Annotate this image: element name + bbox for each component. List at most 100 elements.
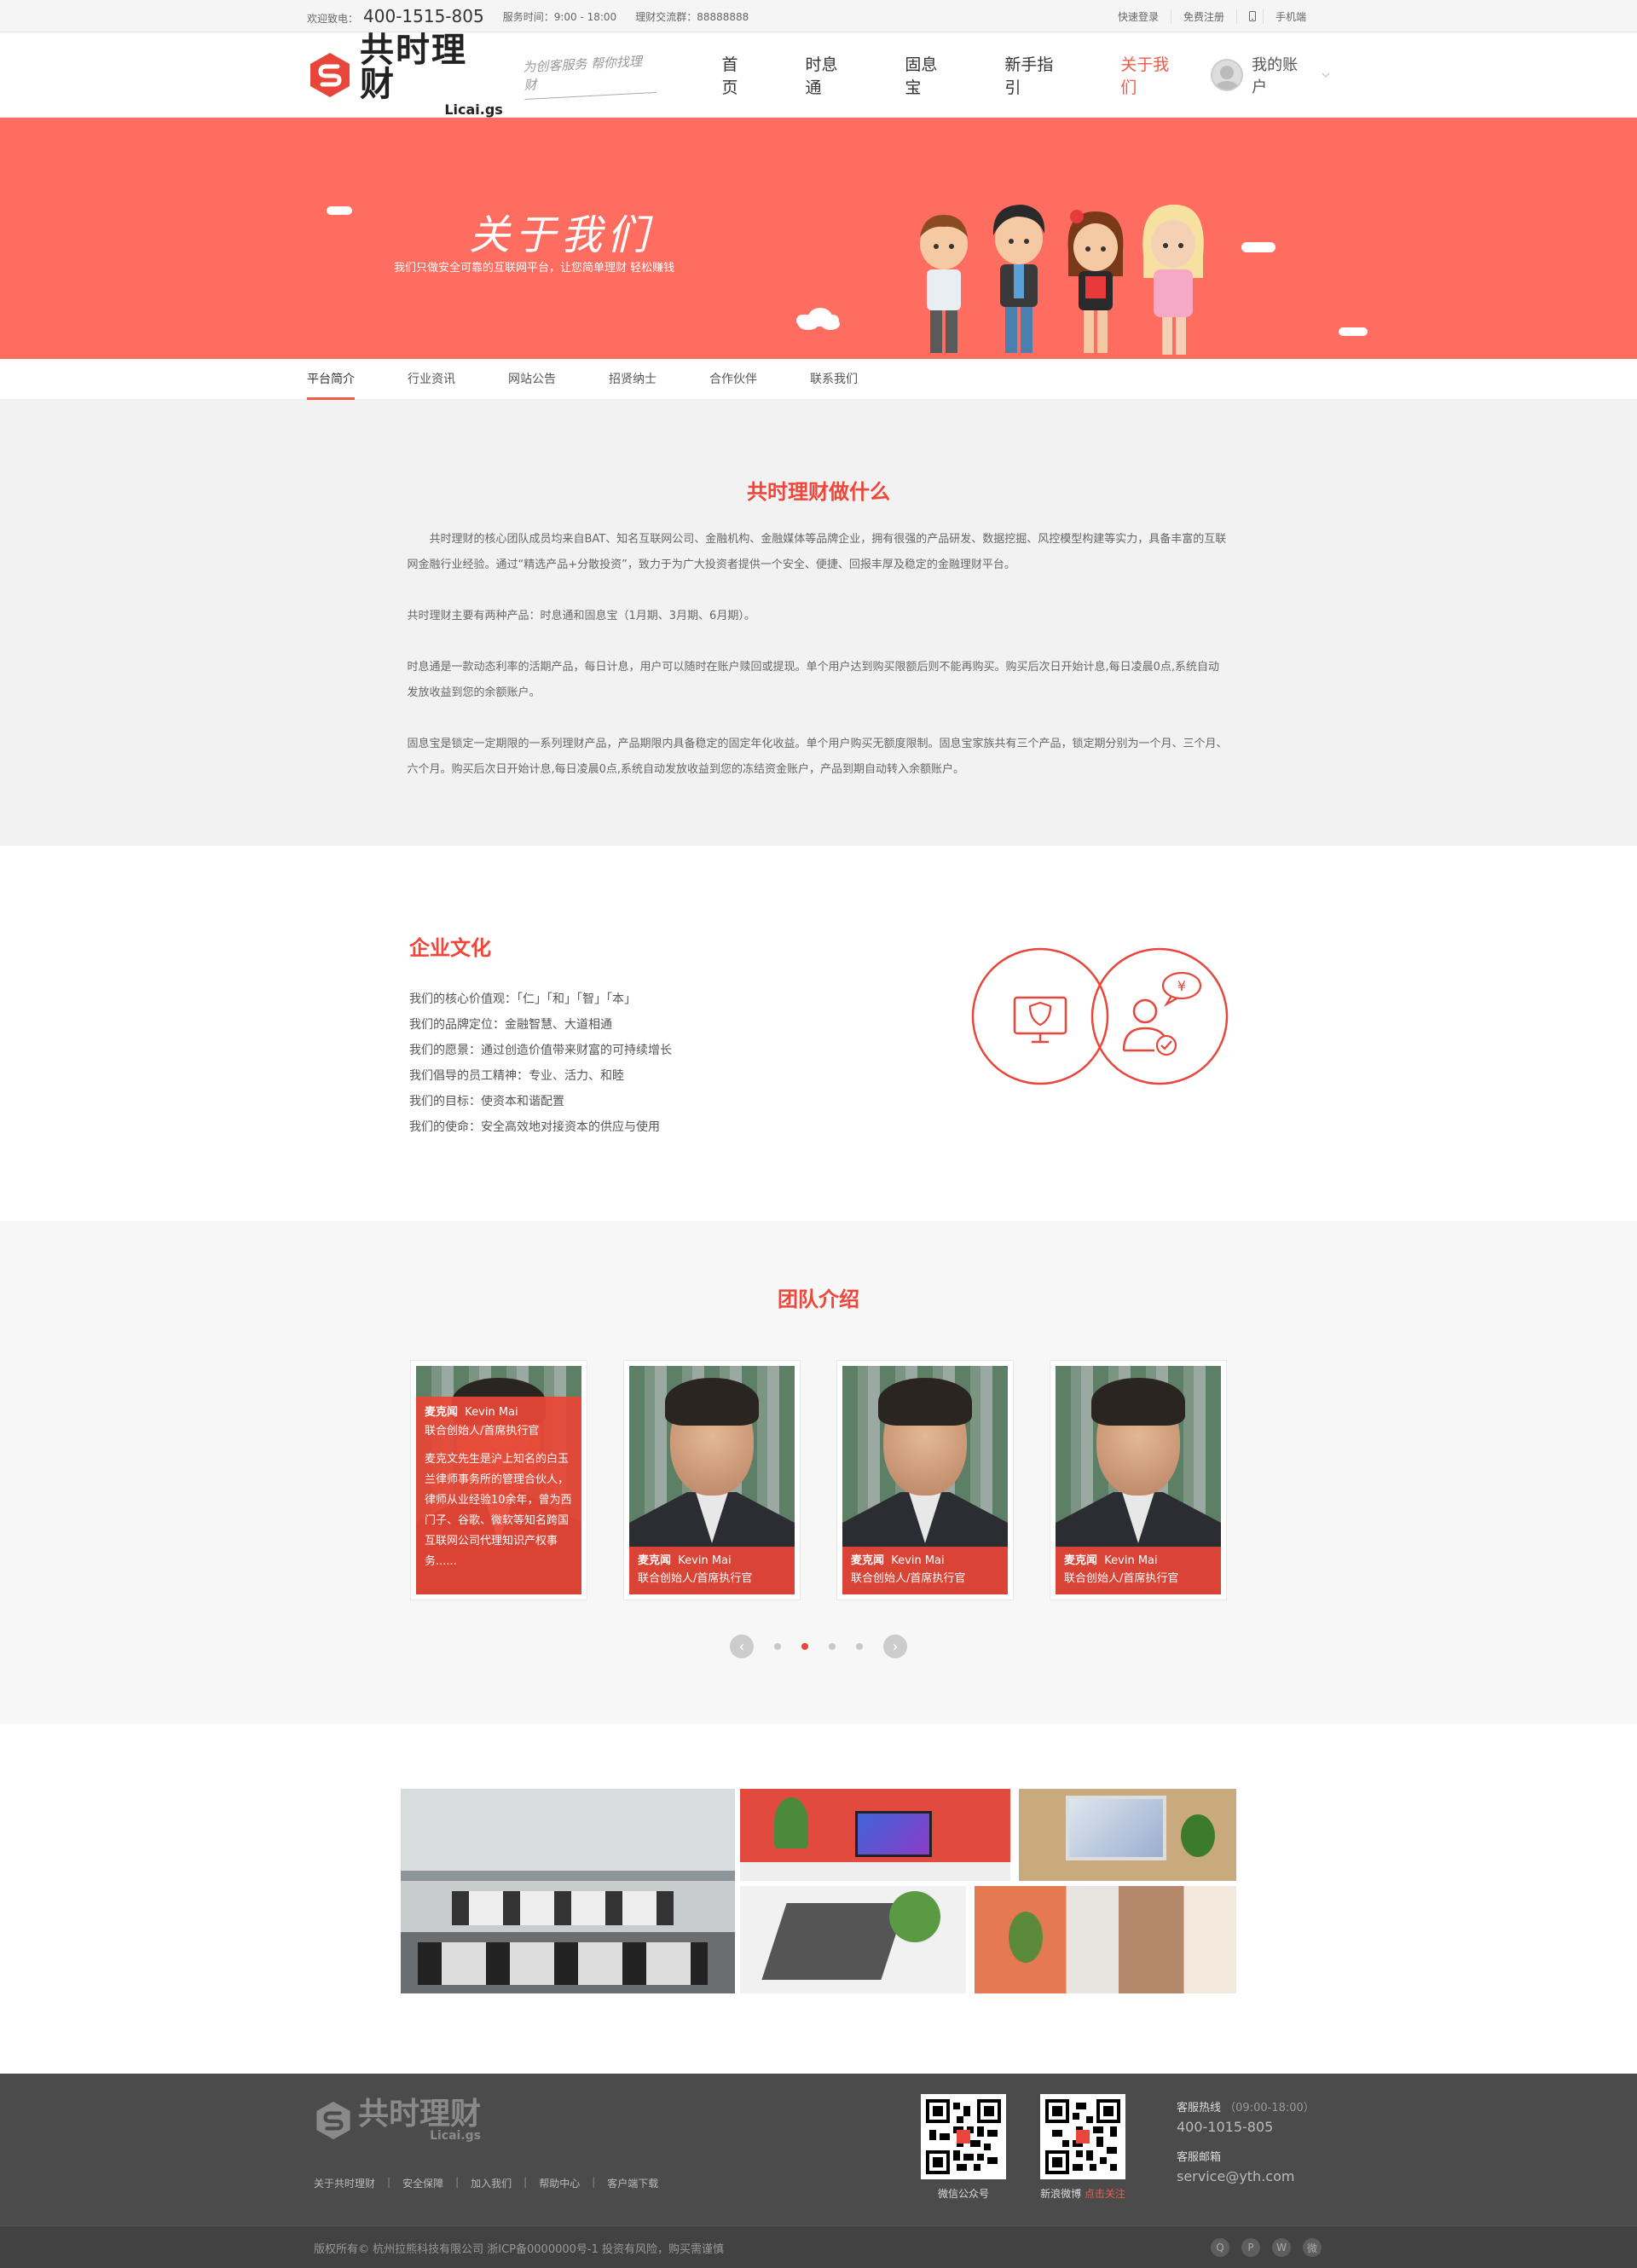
nav-guide[interactable]: 新手指引	[979, 52, 1095, 98]
logo-mark-icon	[316, 2101, 350, 2140]
team-carousel: 麦克闻 Kevin Mai 联合创始人/首席执行官 麦克文先生是沪上知名的白玉兰…	[0, 1360, 1637, 1600]
mobile-link[interactable]: 手机端	[1235, 9, 1330, 24]
intro-paragraph: 时息通是一款动态利率的活期产品，每日计息，用户可以随时在账户赎回或提现。单个用户…	[407, 661, 1220, 699]
culture-item: 我们倡导的员工精神：专业、活力、和睦	[409, 1069, 624, 1083]
speech-yuan-icon: ¥	[1161, 971, 1202, 1008]
culture-item: 我们的目标：使资本和谐配置	[409, 1095, 564, 1108]
slogan: 为创客服务 帮你找理财	[522, 50, 657, 100]
group-number: 理财交流群：88888888	[635, 10, 749, 23]
subnav-intro[interactable]: 平台简介	[307, 359, 355, 400]
team-title: 团队介绍	[778, 1287, 859, 1311]
nav-guxibao[interactable]: 固息宝	[879, 52, 979, 98]
user-check-icon	[1122, 998, 1177, 1056]
footer-links: 关于共时理财 | 安全保障 | 加入我们 | 帮助中心 | 客户端下载	[314, 2176, 659, 2190]
svg-text:¥: ¥	[1177, 978, 1186, 994]
pager-dot-active[interactable]	[801, 1643, 808, 1650]
cloud-icon	[1339, 327, 1368, 336]
banner-title: 关于我们	[469, 211, 654, 259]
subnav-news[interactable]: 行业资讯	[408, 359, 455, 400]
account-menu[interactable]: 我的账户	[1211, 53, 1330, 97]
wechat-icon[interactable]: W	[1272, 2238, 1291, 2257]
quick-login-link[interactable]: 快速登录	[1106, 9, 1171, 24]
copyright-bar: 版权所有© 杭州拉熊科技有限公司 浙ICP备0000000号-1 投资有风险，购…	[0, 2225, 1637, 2268]
banner: 关于我们 我们只做安全可靠的互联网平台，让您简单理财 轻松赚钱	[0, 118, 1637, 359]
site-header: 共时理财 Licai.gs 为创客服务 帮你找理财 首页 时息通 固息宝 新手指…	[0, 32, 1637, 118]
qq-icon[interactable]: Q	[1211, 2238, 1229, 2257]
team-card[interactable]: 麦克闻 Kevin Mai 联合创始人/首席执行官	[623, 1360, 801, 1600]
footer-logo[interactable]: 共时理财 Licai.gs	[314, 2099, 481, 2142]
intro-title: 共时理财做什么	[747, 480, 890, 504]
nav-home[interactable]: 首页	[696, 52, 779, 98]
qr-code-icon	[1040, 2094, 1125, 2179]
footer-logo-text: 共时理财	[358, 2097, 482, 2132]
footer-email[interactable]: service@yth.com	[1177, 2167, 1315, 2186]
logo-domain: Licai.gs	[444, 101, 503, 118]
banner-subtitle: 我们只做安全可靠的互联网平台，让您简单理财 轻松赚钱	[394, 262, 675, 275]
site-footer: 共时理财 Licai.gs 关于共时理财 | 安全保障 | 加入我们 | 帮助中心 | …	[0, 2074, 1637, 2268]
culture-section: 企业文化 我们的核心价值观：「仁」「和」「智」「本」 我们的品牌定位：金融智慧、…	[0, 846, 1637, 1221]
monitor-shield-icon	[1013, 996, 1067, 1044]
register-link[interactable]: 免费注册	[1170, 9, 1236, 24]
weibo-qr: 新浪微博 点击关注	[1040, 2094, 1125, 2201]
subnav-contact[interactable]: 联系我们	[810, 359, 858, 400]
subnav-jobs[interactable]: 招贤纳士	[609, 359, 657, 400]
weibo-follow-link[interactable]: 点击关注	[1085, 2188, 1125, 2200]
member-caption: 麦克闻 Kevin Mai 联合创始人/首席执行官	[842, 1547, 1008, 1594]
team-card[interactable]: 麦克闻 Kevin Mai 联合创始人/首席执行官	[836, 1360, 1014, 1600]
logo-mark-icon	[309, 53, 350, 97]
member-caption: 麦克闻 Kevin Mai 联合创始人/首席执行官	[629, 1547, 795, 1594]
culture-item: 我们的品牌定位：金融智慧、大道相通	[409, 1018, 612, 1032]
member-bio: 麦克文先生是沪上知名的白玉兰律师事务所的管理合伙人，律师从业经验10余年，曾为西…	[425, 1453, 572, 1568]
imac-photo	[1019, 1789, 1236, 1881]
footer-link[interactable]: 安全保障	[402, 2176, 443, 2190]
member-photo: 麦克闻 Kevin Mai 联合创始人/首席执行官 麦克文先生是沪上知名的白玉兰…	[416, 1366, 581, 1594]
intro-paragraph: 固息宝是锁定一定期限的一系列理财产品，产品期限内具备稳定的固定年化收益。单个用户…	[407, 738, 1228, 776]
nav-about[interactable]: 关于我们	[1095, 52, 1211, 98]
social-links: Q P W 微	[1211, 2238, 1322, 2257]
kids-illustration	[920, 205, 1204, 355]
member-photo: 麦克闻 Kevin Mai 联合创始人/首席执行官	[842, 1366, 1008, 1594]
footer-link[interactable]: 加入我们	[471, 2176, 512, 2190]
main-nav: 首页 时息通 固息宝 新手指引 关于我们	[696, 52, 1211, 98]
footer-logo-domain: Licai.gs	[430, 2129, 482, 2143]
intro-section: 共时理财做什么 共时理财的核心团队成员均来自BAT、知名互联网公司、金融机构、金…	[0, 400, 1637, 846]
culture-item: 我们的愿景：通过创造价值带来财富的可持续增长	[409, 1044, 672, 1057]
p-icon[interactable]: P	[1241, 2238, 1260, 2257]
member-caption: 麦克闻 Kevin Mai 联合创始人/首席执行官	[1056, 1547, 1221, 1594]
service-hours: 服务时间：9:00 - 18:00	[502, 10, 617, 23]
logo-text: 共时理财	[359, 31, 467, 104]
hotline-number: 400-1515-805	[363, 6, 484, 26]
intro-paragraph: 共时理财的核心团队成员均来自BAT、知名互联网公司、金融机构、金融媒体等品牌企业…	[407, 533, 1227, 571]
footer-link[interactable]: 客户端下载	[607, 2176, 658, 2190]
footer-link[interactable]: 帮助中心	[539, 2176, 580, 2190]
customer-service: 客服热线 （09:00-18:00） 400-1015-805 客服邮箱 ser…	[1177, 2102, 1315, 2186]
site-logo[interactable]: 共时理财 Licai.gs	[307, 33, 503, 117]
pager-dot[interactable]	[829, 1643, 836, 1650]
culture-title: 企业文化	[409, 936, 491, 960]
footer-link[interactable]: 关于共时理财	[314, 2176, 375, 2190]
team-card[interactable]: 麦克闻 Kevin Mai 联合创始人/首席执行官 麦克文先生是沪上知名的白玉兰…	[410, 1360, 587, 1600]
intro-body: 共时理财的核心团队成员均来自BAT、知名互联网公司、金融机构、金融媒体等品牌企业…	[408, 527, 1230, 783]
office-photo	[401, 1789, 735, 1993]
qr-code-icon	[921, 2094, 1006, 2179]
laptop-photo	[740, 1789, 1010, 1881]
member-photo: 麦克闻 Kevin Mai 联合创始人/首席执行官	[1056, 1366, 1221, 1594]
culture-list: 我们的核心价值观：「仁」「和」「智」「本」 我们的品牌定位：金融智慧、大道相通 …	[409, 986, 672, 1140]
member-photo: 麦克闻 Kevin Mai 联合创始人/首席执行官	[629, 1366, 795, 1594]
macbook-photo	[740, 1886, 966, 1993]
qr-label: 微信公众号	[937, 2188, 989, 2200]
weibo-icon[interactable]: 微	[1303, 2238, 1322, 2257]
mobile-icon	[1248, 11, 1256, 21]
pager-dot[interactable]	[856, 1643, 863, 1650]
subnav-notices[interactable]: 网站公告	[508, 359, 556, 400]
subnav-partners[interactable]: 合作伙伴	[709, 359, 757, 400]
team-card[interactable]: 麦克闻 Kevin Mai 联合创始人/首席执行官	[1050, 1360, 1227, 1600]
prev-arrow-icon[interactable]: ‹	[730, 1634, 754, 1658]
copyright-text: 版权所有© 杭州拉熊科技有限公司 浙ICP备0000000号-1 投资有风险，购…	[314, 2243, 725, 2256]
wechat-qr: 微信公众号	[921, 2094, 1006, 2201]
team-section: 团队介绍 麦克闻 Kevin Mai 联合创始人/首席执行官 麦克文先生是沪上知…	[0, 1221, 1637, 1724]
desk-photo	[975, 1886, 1236, 1993]
pager-dot[interactable]	[774, 1643, 781, 1650]
nav-shixitong[interactable]: 时息通	[779, 52, 879, 98]
next-arrow-icon[interactable]: ›	[883, 1634, 907, 1658]
